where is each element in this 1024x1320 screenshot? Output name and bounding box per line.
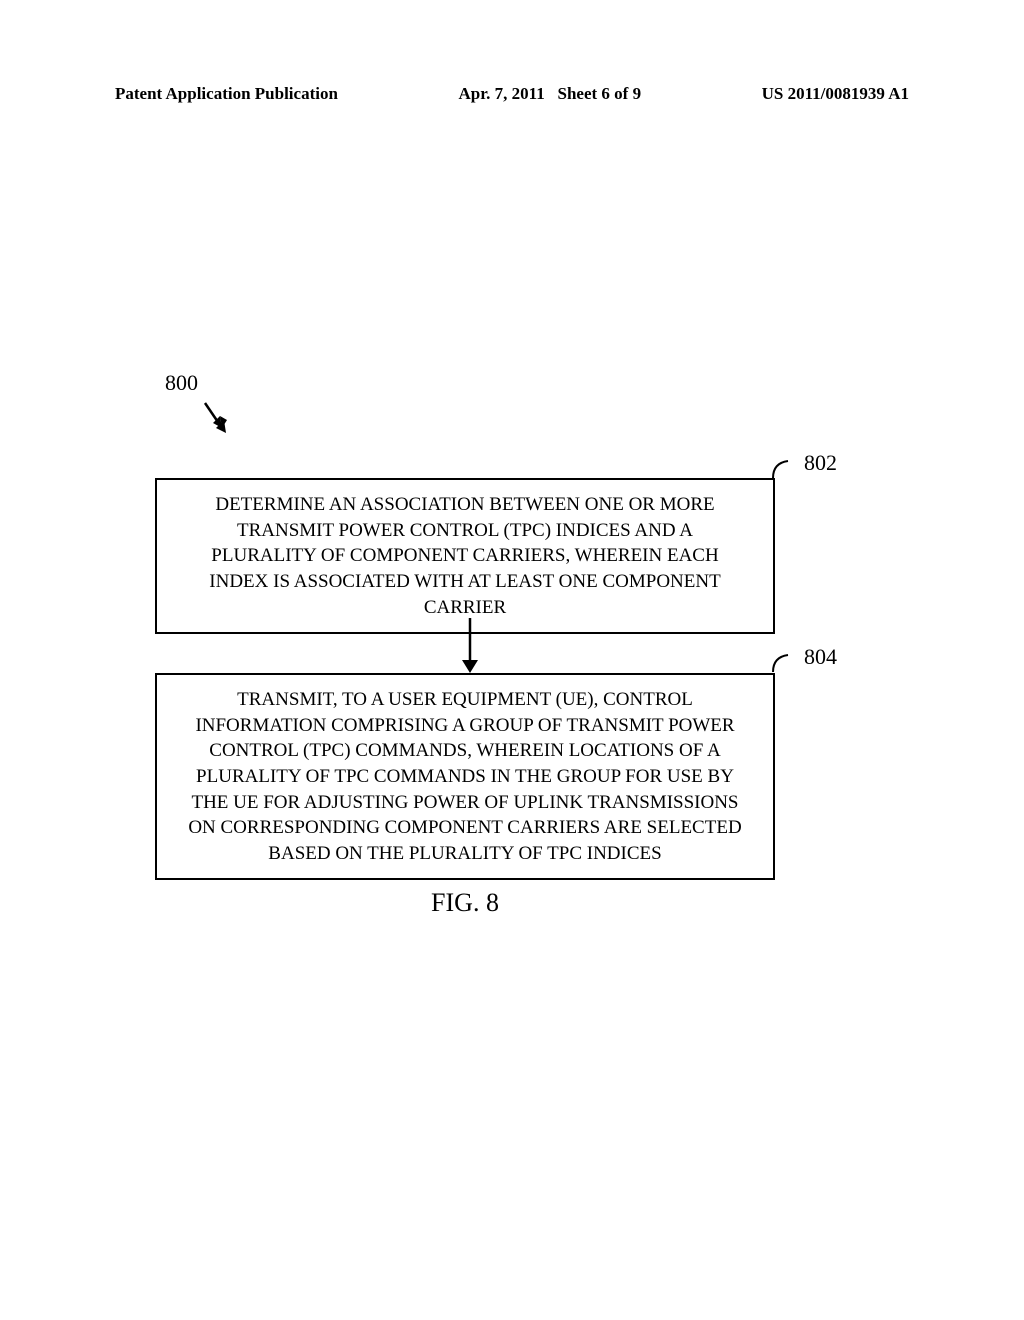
sheet-number: Sheet 6 of 9 <box>558 84 642 103</box>
page-header: Patent Application Publication Apr. 7, 2… <box>0 84 1024 104</box>
reference-label-802: 802 <box>804 450 837 476</box>
figure-label: FIG. 8 <box>155 888 775 918</box>
reference-arrow-icon <box>202 400 232 440</box>
publication-date: Apr. 7, 2011 <box>458 84 544 103</box>
reference-label-800: 800 <box>165 370 198 396</box>
flowchart-step-804: TRANSMIT, TO A USER EQUIPMENT (UE), CONT… <box>155 673 775 880</box>
flow-arrow-icon <box>460 618 480 678</box>
step-text: TRANSMIT, TO A USER EQUIPMENT (UE), CONT… <box>188 689 741 864</box>
step-text: DETERMINE AN ASSOCIATION BETWEEN ONE OR … <box>209 494 720 618</box>
publication-type: Patent Application Publication <box>115 84 338 104</box>
header-row: Patent Application Publication Apr. 7, 2… <box>115 84 909 104</box>
reference-label-804: 804 <box>804 644 837 670</box>
flowchart-step-802: DETERMINE AN ASSOCIATION BETWEEN ONE OR … <box>155 478 775 634</box>
publication-date-sheet: Apr. 7, 2011 Sheet 6 of 9 <box>458 84 641 104</box>
publication-number: US 2011/0081939 A1 <box>762 84 909 104</box>
